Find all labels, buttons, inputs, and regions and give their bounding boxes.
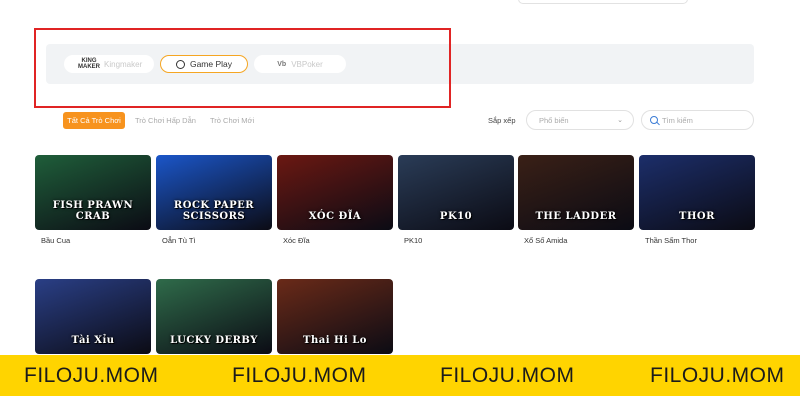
game-card[interactable]: FISH PRAWN CRAB — [35, 155, 151, 230]
watermark-text: FILOJU.MOM — [650, 363, 785, 387]
game-card[interactable]: ROCK PAPER SCISSORS — [156, 155, 272, 230]
sort-selected-value: Phổ biến — [539, 115, 569, 125]
watermark-banner: FILOJU.MOM FILOJU.MOM FILOJU.MOM FILOJU.… — [0, 355, 800, 396]
game-label[interactable]: Bầu Cua — [41, 236, 70, 245]
game-card[interactable]: THE LADDER — [518, 155, 634, 230]
game-card[interactable]: LUCKY DERBY — [156, 279, 272, 354]
watermark-text: FILOJU.MOM — [232, 363, 367, 387]
game-thumbnail: ROCK PAPER SCISSORS — [156, 155, 272, 230]
game-thumbnail: XÓC ĐĨA — [277, 155, 393, 230]
search-box[interactable] — [641, 110, 754, 130]
game-label[interactable]: Xóc Đĩa — [283, 236, 310, 245]
game-label[interactable]: Oẳn Tù Tì — [162, 236, 196, 245]
tab-hot-games[interactable]: Trò Chơi Hấp Dẫn — [135, 112, 196, 129]
game-label[interactable]: Xổ Số Amida — [524, 236, 567, 245]
game-thumbnail-title: ROCK PAPER SCISSORS — [173, 200, 255, 222]
sort-select[interactable]: Phổ biến ⌄ — [526, 110, 634, 130]
game-thumbnail-title: THE LADDER — [535, 211, 617, 222]
game-thumbnail: THOR — [639, 155, 755, 230]
watermark-text: FILOJU.MOM — [440, 363, 575, 387]
search-input[interactable] — [662, 115, 752, 125]
game-card[interactable]: XÓC ĐĨA — [277, 155, 393, 230]
game-thumbnail-title: FISH PRAWN CRAB — [52, 200, 134, 222]
tab-all-games[interactable]: Tất Cả Trò Chơi — [63, 112, 125, 129]
game-thumbnail-title: PK10 — [439, 211, 473, 222]
top-dropdown-edge — [518, 0, 688, 4]
game-card[interactable]: THOR — [639, 155, 755, 230]
game-label[interactable]: Thần Sấm Thor — [645, 236, 697, 245]
game-card[interactable]: PK10 — [398, 155, 514, 230]
game-thumbnail-title: LUCKY DERBY — [170, 335, 258, 346]
sort-label: Sắp xếp — [488, 116, 516, 125]
game-thumbnail: PK10 — [398, 155, 514, 230]
game-thumbnail-title: THOR — [679, 211, 715, 222]
game-label[interactable]: PK10 — [404, 236, 422, 245]
game-card[interactable]: Tài Xỉu — [35, 279, 151, 354]
highlight-box — [34, 28, 451, 108]
game-card[interactable]: Thai Hi Lo — [277, 279, 393, 354]
game-thumbnail-title: XÓC ĐĨA — [308, 211, 362, 222]
game-thumbnail: THE LADDER — [518, 155, 634, 230]
search-icon — [650, 116, 658, 124]
tab-new-games[interactable]: Trò Chơi Mới — [210, 112, 254, 129]
game-thumbnail-title: Tài Xỉu — [71, 335, 115, 346]
chevron-down-icon: ⌄ — [617, 117, 623, 124]
game-thumbnail-title: Thai Hi Lo — [303, 335, 367, 346]
game-thumbnail: Tài Xỉu — [35, 279, 151, 354]
game-thumbnail: Thai Hi Lo — [277, 279, 393, 354]
game-lobby: KING MAKER Kingmaker Game Play Vb VBPoke… — [0, 0, 800, 396]
game-thumbnail: FISH PRAWN CRAB — [35, 155, 151, 230]
game-thumbnail: LUCKY DERBY — [156, 279, 272, 354]
watermark-text: FILOJU.MOM — [24, 363, 159, 387]
